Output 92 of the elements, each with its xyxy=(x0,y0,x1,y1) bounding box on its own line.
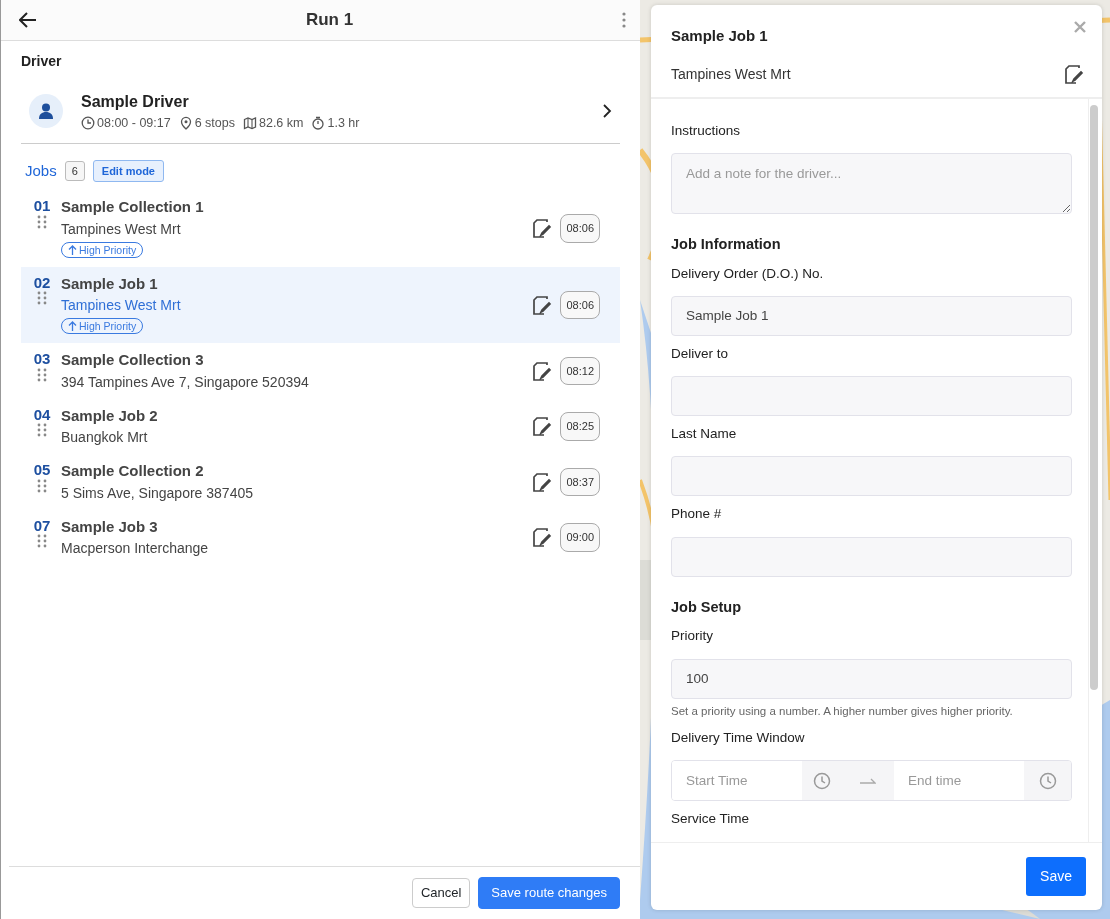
job-name: Sample Collection 2 xyxy=(61,461,205,482)
field-label: Service Time xyxy=(671,810,751,828)
arrow-up-icon xyxy=(68,244,77,255)
job-number: 02 xyxy=(33,274,51,292)
job-time: 08:06 xyxy=(560,214,600,243)
drag-handle-icon[interactable] xyxy=(37,291,47,306)
save-button[interactable]: Save xyxy=(1026,857,1086,896)
input-field[interactable] xyxy=(671,536,1072,577)
edit-icon[interactable] xyxy=(533,472,553,492)
job-number: 07 xyxy=(33,517,51,535)
field-label: Priority xyxy=(671,627,714,646)
job-row[interactable]: 07 Sample Job 3 Macperson Interchange 09:00 xyxy=(21,509,620,566)
clock-icon xyxy=(1038,771,1057,790)
driver-avatar xyxy=(29,94,63,129)
instructions-field[interactable]: Add a note for the driver... xyxy=(671,152,1072,214)
input-field[interactable] xyxy=(671,376,1072,416)
job-name: Sample Collection 3 xyxy=(61,350,205,371)
job-number: 05 xyxy=(33,462,51,479)
drag-handle-icon[interactable] xyxy=(37,534,47,549)
job-name: Sample Job 1 xyxy=(61,273,159,294)
job-number: 03 xyxy=(33,351,51,368)
job-address: Buangkok Mrt xyxy=(61,428,149,448)
section-heading: Job Information xyxy=(671,234,782,254)
chevron-right-icon[interactable] xyxy=(603,104,612,119)
clock-icon xyxy=(81,116,95,131)
map-icon xyxy=(243,116,257,131)
edit-icon[interactable] xyxy=(533,417,553,436)
section-heading: Job Setup xyxy=(671,597,743,617)
edit-icon[interactable] xyxy=(533,361,553,381)
drag-handle-icon[interactable] xyxy=(37,214,47,229)
job-name: Sample Job 3 xyxy=(61,516,159,537)
job-time: 08:37 xyxy=(560,467,600,497)
job-row[interactable]: 04 Sample Job 2 Buangkok Mrt 08:25 xyxy=(21,398,620,455)
job-number: 04 xyxy=(33,406,51,424)
input-field[interactable] xyxy=(671,456,1072,497)
arrow-up-icon xyxy=(68,321,77,332)
panel-title: Sample Job 1 xyxy=(671,26,768,46)
job-number: 01 xyxy=(33,198,51,215)
job-row[interactable]: 03 Sample Collection 3 394 Tampines Ave 7, Singapore 520394 08:12 xyxy=(21,343,620,399)
field-label: Deliver to xyxy=(671,344,730,363)
job-address: Macperson Interchange xyxy=(61,539,210,559)
job-address: 394 Tampines Ave 7, Singapore 520394 xyxy=(61,372,310,392)
driver-time: 08:00 - 09:17 xyxy=(97,115,171,132)
driver-stops: 6 stops xyxy=(194,115,235,132)
drag-handle-icon[interactable] xyxy=(37,423,47,438)
job-count: 6 xyxy=(64,160,85,182)
stopwatch-icon xyxy=(311,116,326,131)
back-arrow-icon[interactable] xyxy=(19,12,37,28)
job-time: 08:25 xyxy=(560,412,600,441)
scrollbar[interactable] xyxy=(1090,104,1098,690)
job-time: 08:06 xyxy=(560,290,600,320)
priority-label: High Priority xyxy=(79,319,137,334)
clock-icon xyxy=(813,771,831,790)
driver-duration: 1.3 hr xyxy=(327,115,360,132)
job-address: Tampines West Mrt xyxy=(61,296,182,316)
field-label: Last Name xyxy=(671,425,738,443)
jobs-heading: Jobs xyxy=(25,160,57,181)
more-options-icon[interactable] xyxy=(622,12,626,28)
driver-name: Sample Driver xyxy=(81,92,190,112)
drag-handle-icon[interactable] xyxy=(37,367,47,382)
job-address: Tampines West Mrt xyxy=(61,219,182,239)
drag-handle-icon[interactable] xyxy=(37,478,47,493)
field-label: Delivery Time Window xyxy=(671,728,806,747)
edit-icon[interactable] xyxy=(533,219,553,238)
field-label: Delivery Order (D.O.) No. xyxy=(671,264,825,283)
close-icon[interactable] xyxy=(1074,21,1086,33)
page-title: Run 1 xyxy=(305,9,354,32)
job-time: 09:00 xyxy=(560,523,600,552)
job-name: Sample Job 2 xyxy=(61,405,159,426)
job-row[interactable]: 02 Sample Job 1 Tampines West Mrt High Priority 08:06 xyxy=(21,266,620,344)
edit-mode-button[interactable]: Edit mode xyxy=(92,159,164,183)
driver-distance: 82.6 km xyxy=(259,115,304,132)
field-label: Phone # xyxy=(671,505,723,524)
cancel-button[interactable]: Cancel xyxy=(411,878,471,908)
panel-subtitle: Tampines West Mrt xyxy=(671,64,791,84)
job-name: Sample Collection 1 xyxy=(61,197,205,218)
edit-icon[interactable] xyxy=(533,295,553,315)
section-label: Driver xyxy=(21,52,63,71)
location-pin-icon xyxy=(178,116,193,131)
input-field[interactable]: 100 xyxy=(671,658,1072,699)
time-range-field[interactable]: Start Time End time xyxy=(671,760,1072,801)
help-text: Set a priority using a number. A higher number gives higher priority. xyxy=(671,703,1014,719)
edit-icon[interactable] xyxy=(1065,64,1084,84)
job-time: 08:12 xyxy=(560,356,600,386)
job-row[interactable]: 05 Sample Collection 2 5 Sims Ave, Singapore 387405 08:37 xyxy=(21,454,620,510)
job-row[interactable]: 01 Sample Collection 1 Tampines West Mrt High Priority 08:06 xyxy=(21,190,620,267)
field-label: Instructions xyxy=(671,121,742,140)
edit-icon[interactable] xyxy=(533,528,553,547)
save-route-button[interactable]: Save route changes xyxy=(478,877,620,909)
priority-label: High Priority xyxy=(79,242,137,257)
job-address: 5 Sims Ave, Singapore 387405 xyxy=(61,483,254,503)
input-field[interactable]: Sample Job 1 xyxy=(671,295,1072,336)
